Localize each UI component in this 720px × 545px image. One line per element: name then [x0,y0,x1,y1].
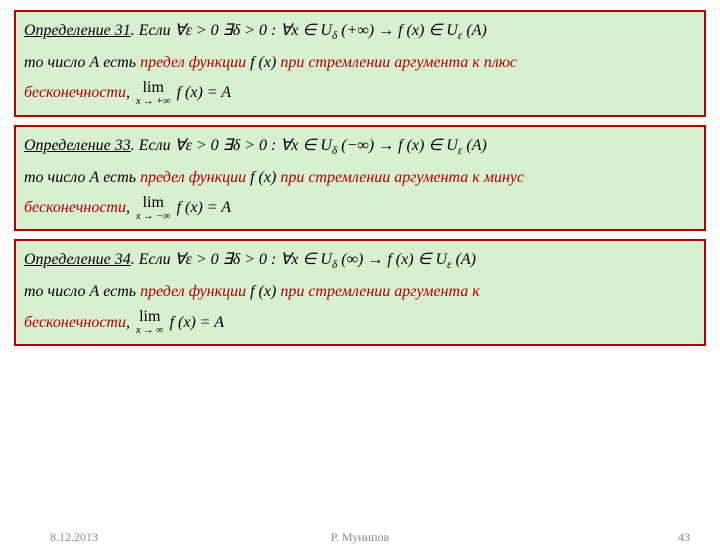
def33-line2: то число A есть предел функции f (x) при… [24,163,696,193]
def34-is: есть [103,283,140,300]
def33-inf: бесконечности [24,199,126,216]
def34-if: . Если [131,251,175,268]
def31-lim-expr: f (x) = A [177,84,231,101]
def33-text-number: то число [24,169,89,186]
def33-tail: при стремлении аргумента к минус [280,169,524,186]
def34-term: предел функции [140,283,250,300]
def33-cond: ∀ε > 0 ∃δ > 0 : ∀x ∈ Uδ (−∞) → f (x) ∈ U… [175,137,487,154]
def33-line3: бесконечности, lim x → −∞ f (x) = A [24,193,696,223]
def31-fx: f (x) [250,54,276,71]
def31-comma: , [126,84,134,101]
def31-if: . Если [131,22,175,39]
def34-title: Определение 34 [24,251,131,268]
def31-line3: бесконечности, lim x → +∞ f (x) = A [24,78,696,108]
def34-fx: f (x) [250,283,276,300]
def31-cond-a: ∀ε > 0 ∃δ > 0 : ∀x ∈ U [175,22,332,39]
footer-page: 43 [678,530,690,545]
lim-word: lim [136,80,171,96]
def33-lim-expr: f (x) = A [177,199,231,216]
def34-cond-arg: (∞) → f (x) ∈ U [337,251,447,268]
def34-lim-sub: x → ∞ [136,325,164,336]
def34-line1: Определение 34. Если ∀ε > 0 ∃δ > 0 : ∀x … [24,245,696,277]
def34-line3: бесконечности, lim x → ∞ f (x) = A [24,308,696,338]
def34-cond: ∀ε > 0 ∃δ > 0 : ∀x ∈ Uδ (∞) → f (x) ∈ Uε… [175,251,476,268]
def33-fx: f (x) [250,169,276,186]
def34-lim: lim x → ∞ [136,309,164,336]
def33-cond-end: (A) [462,137,486,154]
def34-text-number: то число [24,283,89,300]
footer-author: Р. Мунипов [0,530,720,545]
definition-box-34: Определение 34. Если ∀ε > 0 ∃δ > 0 : ∀x … [14,239,706,346]
def31-title: Определение 31 [24,22,131,39]
def31-term: предел функции [140,54,250,71]
def31-cond-end: (A) [462,22,486,39]
def33-lim-sub: x → −∞ [136,211,171,222]
def31-cond: ∀ε > 0 ∃δ > 0 : ∀x ∈ Uδ (+∞) → f (x) ∈ U… [175,22,487,39]
def34-A: A [89,283,99,300]
def31-lim: lim x → +∞ [136,80,171,107]
def33-if: . Если [131,137,175,154]
def33-title: Определение 33 [24,137,131,154]
def33-cond-a: ∀ε > 0 ∃δ > 0 : ∀x ∈ U [175,137,332,154]
def31-line1: Определение 31. Если ∀ε > 0 ∃δ > 0 : ∀x … [24,16,696,48]
def31-is: есть [103,54,140,71]
def34-tail: при стремлении аргумента к [280,283,479,300]
def31-text-number: то число [24,54,89,71]
def33-cond-arg: (−∞) → f (x) ∈ U [337,137,458,154]
lim-word-2: lim [136,195,171,211]
def34-cond-a: ∀ε > 0 ∃δ > 0 : ∀x ∈ U [175,251,332,268]
def34-line2: то число A есть предел функции f (x) при… [24,277,696,307]
def34-inf: бесконечности [24,314,126,331]
definition-box-33: Определение 33. Если ∀ε > 0 ∃δ > 0 : ∀x … [14,125,706,232]
def33-is: есть [103,169,140,186]
def31-lim-sub: x → +∞ [136,96,171,107]
def31-inf: бесконечности [24,84,126,101]
def34-lim-expr: f (x) = A [170,314,224,331]
def33-comma: , [126,199,134,216]
lim-word-3: lim [136,309,164,325]
definition-box-31: Определение 31. Если ∀ε > 0 ∃δ > 0 : ∀x … [14,10,706,117]
slide: Определение 31. Если ∀ε > 0 ∃δ > 0 : ∀x … [0,0,720,346]
def33-lim: lim x → −∞ [136,195,171,222]
def31-cond-arg: (+∞) → f (x) ∈ U [337,22,458,39]
def33-A: A [89,169,99,186]
def31-A: A [89,54,99,71]
def33-line1: Определение 33. Если ∀ε > 0 ∃δ > 0 : ∀x … [24,131,696,163]
def31-tail: при стремлении аргумента к плюс [280,54,517,71]
def31-line2: то число A есть предел функции f (x) при… [24,48,696,78]
def34-comma: , [126,314,134,331]
def34-cond-end: (A) [452,251,476,268]
def33-term: предел функции [140,169,250,186]
